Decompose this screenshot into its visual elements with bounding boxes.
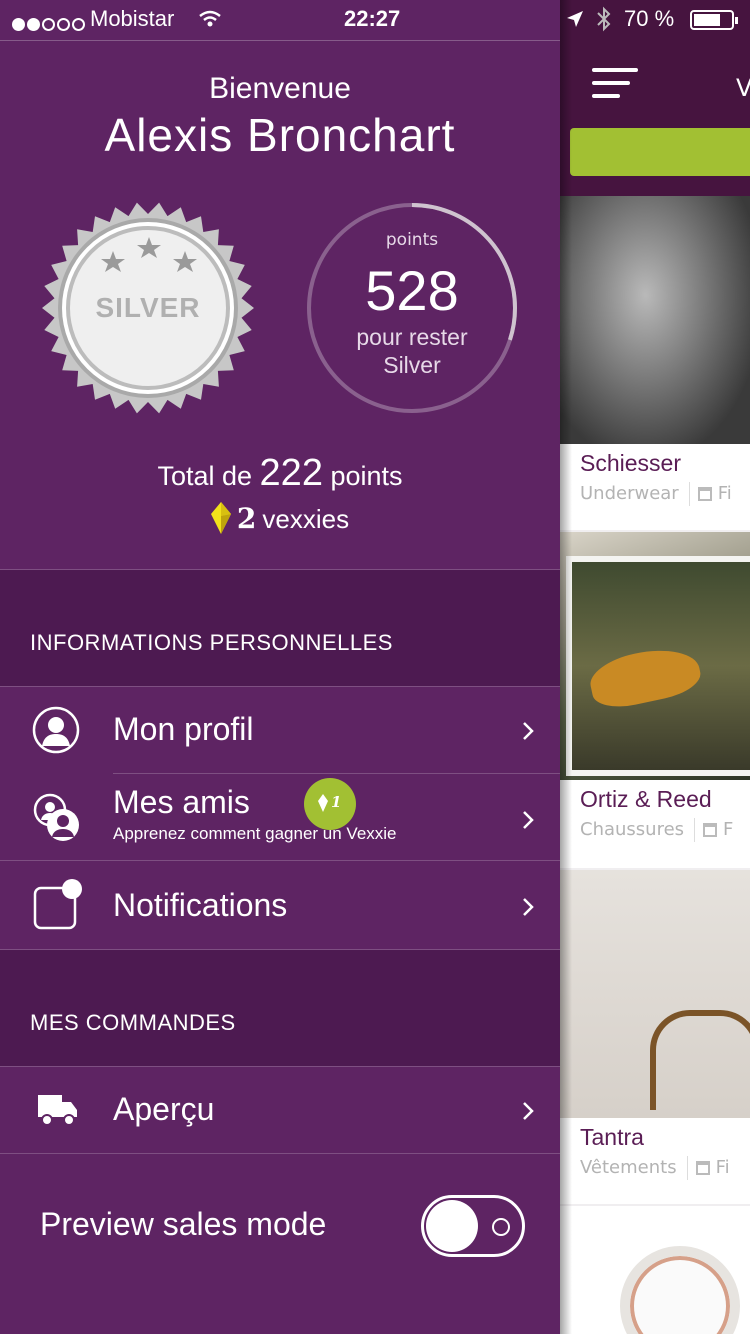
menu-item-label: Mon profil bbox=[113, 711, 254, 747]
preview-sales-mode-label: Preview sales mode bbox=[40, 1206, 327, 1242]
chevron-right-icon bbox=[523, 898, 534, 916]
vexxie-reward-count: 1 bbox=[331, 793, 342, 811]
sale-card-brand: Tantra bbox=[580, 1124, 644, 1150]
bluetooth-icon bbox=[597, 6, 611, 32]
sale-card-category: Chaussures bbox=[580, 819, 685, 840]
points-value: 528 bbox=[365, 259, 459, 322]
sale-card-brand: Ortiz & Reed bbox=[580, 786, 712, 812]
points-subtitle: pour rester bbox=[356, 324, 468, 350]
total-points: Total de 222 points bbox=[0, 452, 560, 495]
sale-card[interactable]: Ortiz & Reed Chaussures F bbox=[560, 532, 750, 868]
sale-card-date: Fi bbox=[715, 1157, 730, 1178]
section-personal-info: INFORMATIONS PERSONNELLES bbox=[0, 570, 560, 686]
calendar-icon bbox=[697, 487, 712, 501]
clock: 22:27 bbox=[344, 6, 401, 31]
sale-card-photo bbox=[560, 196, 750, 444]
menu-item-notifications[interactable]: Notifications bbox=[0, 861, 560, 949]
background-app-panel[interactable]: V Schiesser Underwear Fi Ortiz & Reed Cha… bbox=[560, 0, 750, 1334]
menu-item-label: Notifications bbox=[113, 887, 288, 923]
notification-icon bbox=[33, 879, 82, 930]
location-arrow-icon bbox=[567, 11, 583, 27]
menu-item-label: Mes amis bbox=[113, 784, 250, 820]
chevron-right-icon bbox=[523, 722, 534, 740]
sale-card-meta: Vêtements Fi bbox=[580, 1156, 730, 1180]
hamburger-menu-icon[interactable] bbox=[592, 68, 640, 102]
calendar-icon bbox=[695, 1161, 710, 1175]
vexxie-count-value: 2 bbox=[236, 502, 257, 535]
menu-item-subtitle: Apprenez comment gagner un Vexxie bbox=[113, 824, 397, 843]
section-title: MES COMMANDES bbox=[30, 1010, 236, 1035]
menu-item-friends[interactable]: Mes amis Apprenez comment gagner un Vexx… bbox=[0, 774, 560, 860]
vexxie-gem-icon bbox=[210, 502, 231, 534]
sale-card-date: F bbox=[723, 819, 734, 840]
vexxie-gem-icon bbox=[318, 794, 328, 812]
menu-item-label: Aperçu bbox=[113, 1091, 215, 1127]
sale-card-photo bbox=[560, 870, 750, 1118]
sale-card[interactable] bbox=[560, 1206, 750, 1334]
sale-card-photo bbox=[560, 532, 750, 780]
vexxie-reward-badge: 1 bbox=[304, 778, 356, 830]
menu-item-overview[interactable]: Aperçu bbox=[0, 1067, 560, 1153]
user-profile-icon bbox=[32, 706, 80, 754]
points-subtitle-level: Silver bbox=[383, 352, 441, 378]
toggle-off-indicator bbox=[492, 1218, 510, 1236]
side-drawer: Bienvenue Alexis Bronchart SILVER points… bbox=[0, 0, 560, 1334]
app-logo-fragment: V bbox=[736, 74, 750, 102]
silver-badge: SILVER bbox=[40, 200, 256, 416]
sale-card-photo bbox=[560, 1206, 750, 1334]
chevron-right-icon bbox=[523, 1102, 534, 1120]
sale-card-meta: Underwear Fi bbox=[580, 482, 732, 506]
badge-label: SILVER bbox=[95, 292, 201, 323]
vexxie-count-label: vexxies bbox=[262, 504, 350, 534]
total-prefix: Total de bbox=[157, 461, 253, 491]
battery-icon bbox=[690, 10, 738, 30]
sale-card-date: Fi bbox=[717, 483, 732, 504]
drawer-shadow bbox=[560, 0, 572, 1334]
sale-card[interactable]: Tantra Vêtements Fi bbox=[560, 870, 750, 1204]
toggle-knob bbox=[426, 1200, 478, 1252]
vexxie-count: 2 vexxies bbox=[0, 502, 560, 535]
menu-item-profile[interactable]: Mon profil bbox=[0, 687, 560, 773]
wifi-icon bbox=[199, 10, 221, 27]
delivery-truck-icon bbox=[38, 1095, 77, 1126]
sale-card-category: Vêtements bbox=[580, 1157, 677, 1178]
carrier-name: Mobistar bbox=[90, 6, 175, 31]
signal-strength-icon bbox=[12, 12, 87, 37]
sale-card[interactable]: Schiesser Underwear Fi bbox=[560, 196, 750, 530]
section-title: INFORMATIONS PERSONNELLES bbox=[30, 630, 393, 655]
sale-card-category: Underwear bbox=[580, 483, 679, 504]
welcome-label: Bienvenue bbox=[209, 72, 351, 105]
preview-sales-mode-toggle[interactable] bbox=[421, 1195, 525, 1257]
sale-card-brand: Schiesser bbox=[580, 450, 681, 476]
divider bbox=[0, 1153, 560, 1154]
friends-icon bbox=[33, 793, 79, 841]
total-value: 222 bbox=[259, 452, 323, 494]
user-name: Alexis Bronchart bbox=[104, 109, 456, 161]
status-bar: Mobistar 22:27 70 % bbox=[0, 0, 750, 40]
total-suffix: points bbox=[330, 461, 403, 491]
chevron-right-icon bbox=[523, 811, 534, 829]
calendar-icon bbox=[703, 823, 718, 837]
points-caption: points bbox=[385, 230, 439, 250]
status-divider bbox=[0, 40, 560, 41]
section-orders: MES COMMANDES bbox=[0, 950, 560, 1066]
sale-card-meta: Chaussures F bbox=[580, 818, 733, 842]
green-banner-button[interactable] bbox=[570, 128, 750, 176]
battery-percentage: 70 % bbox=[624, 6, 675, 31]
